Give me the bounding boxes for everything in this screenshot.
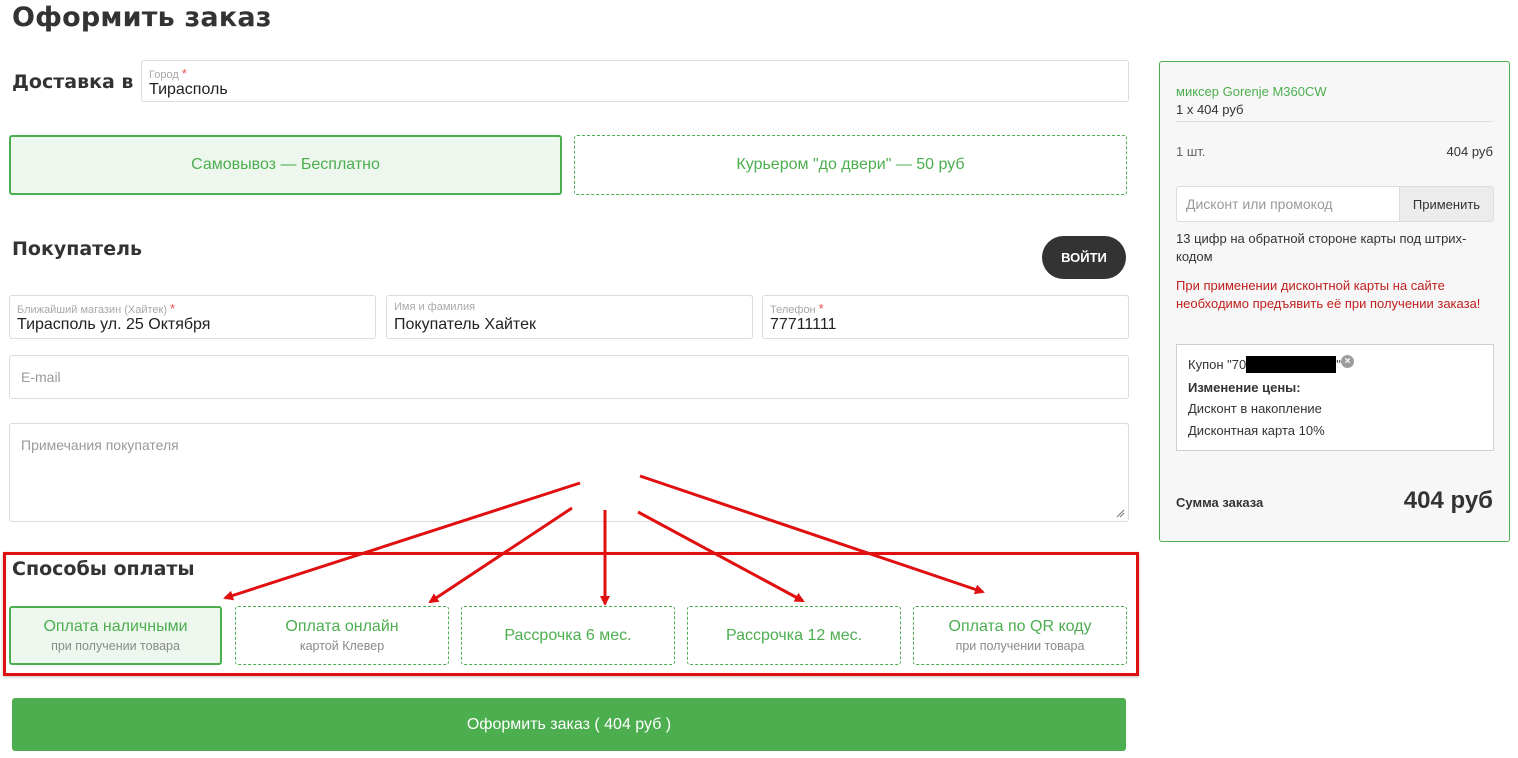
coupon-prefix: Купон "70 — [1188, 357, 1247, 372]
promo-hint: 13 цифр на обратной стороне карты под шт… — [1176, 231, 1467, 264]
page-title: Оформить заказ — [12, 2, 272, 33]
promo-placeholder: Дисконт или промокод — [1186, 196, 1333, 212]
apply-promo-button[interactable]: Применить — [1399, 186, 1494, 222]
delivery-option-label: Самовывоз — Бесплатно — [191, 156, 380, 173]
payment-option-title: Оплата по QR коду — [948, 618, 1092, 635]
coupon-line: Купон "70 " — [1188, 356, 1341, 374]
payment-option-subtitle: картой Клевер — [299, 639, 385, 653]
login-button[interactable]: ВОЙТИ — [1042, 236, 1126, 279]
annotation-arrow — [428, 506, 573, 604]
promo-code-input[interactable]: Дисконт или промокод — [1176, 186, 1400, 222]
name-field-value: Покупатель Хайтек — [394, 316, 536, 333]
payment-option-subtitle: при получении товара — [955, 639, 1085, 653]
delivery-label: Доставка в — [12, 71, 134, 93]
city-field-value: Тирасполь — [149, 81, 228, 98]
delivery-option-pickup[interactable]: Самовывоз — Бесплатно — [9, 135, 562, 195]
email-field[interactable]: E-mail — [9, 355, 1129, 399]
payment-option-cash[interactable]: Оплата наличными при получении товара — [9, 606, 222, 665]
coupon-discount-line: Дисконт в накопление — [1188, 401, 1322, 416]
remove-coupon-icon[interactable]: × — [1341, 355, 1354, 368]
delivery-option-courier[interactable]: Курьером "до двери" — 50 руб — [574, 135, 1127, 195]
city-field-label: Город — [149, 69, 179, 81]
payment-option-subtitle: при получении товара — [51, 639, 180, 653]
coupon-redaction — [1246, 356, 1337, 374]
submit-order-button[interactable]: Оформить заказ ( 404 руб ) — [12, 698, 1126, 751]
name-field[interactable]: Имя и фамилия Покупатель Хайтек — [386, 295, 753, 339]
coupon-discount-line: Дисконтная карта 10% — [1188, 423, 1325, 438]
store-field[interactable]: Ближайший магазин (Хайтек) * Тирасполь ул… — [9, 295, 376, 339]
payment-option-title: Оплата наличными — [43, 618, 188, 635]
item-qty-price: 1 x 404 руб — [1176, 102, 1244, 117]
phone-field[interactable]: Телефон * 77711111 — [762, 295, 1129, 339]
coupon-box: Купон "70 " × Изменение цены: Дисконт в н… — [1176, 344, 1494, 451]
email-placeholder: E-mail — [21, 369, 61, 385]
required-mark: * — [169, 301, 176, 316]
order-total-value: 404 руб — [1403, 487, 1493, 514]
phone-field-label: Телефон — [770, 304, 816, 316]
order-summary: миксер Gorenje M360CW 1 x 404 руб 1 шт. … — [1159, 61, 1510, 542]
name-field-label: Имя и фамилия — [394, 301, 476, 313]
item-name-link[interactable]: миксер Gorenje M360CW — [1176, 84, 1327, 99]
payment-option-title: Оплата онлайн — [285, 618, 399, 635]
store-field-label: Ближайший магазин (Хайтек) — [17, 304, 167, 316]
required-mark: * — [181, 66, 187, 81]
price-change-label: Изменение цены: — [1188, 380, 1301, 395]
divider — [1176, 121, 1493, 122]
payment-label: Способы оплаты — [12, 558, 195, 580]
delivery-option-label: Курьером "до двери" — 50 руб — [736, 156, 965, 173]
annotation-arrow — [637, 510, 805, 603]
city-field[interactable]: Город * Тирасполь — [141, 60, 1129, 102]
item-count-value: 404 руб — [1446, 144, 1493, 159]
payment-option-qr[interactable]: Оплата по QR коду при получении товара — [913, 606, 1127, 665]
payment-option-installment-6[interactable]: Рассрочка 6 мес. — [461, 606, 675, 665]
notes-field[interactable]: Примечания покупателя — [9, 423, 1129, 522]
resize-grip-icon[interactable] — [1116, 509, 1125, 518]
required-mark: * — [818, 301, 824, 316]
order-total-label: Сумма заказа — [1176, 495, 1264, 510]
item-count-label: 1 шт. — [1176, 144, 1206, 159]
store-field-value: Тирасполь ул. 25 Октября — [17, 316, 211, 333]
notes-placeholder: Примечания покупателя — [21, 437, 179, 453]
payment-option-title: Рассрочка 6 мес. — [504, 626, 632, 644]
payment-option-online[interactable]: Оплата онлайн картой Клевер — [235, 606, 449, 665]
payment-option-installment-12[interactable]: Рассрочка 12 мес. — [687, 606, 901, 665]
phone-field-value: 77711111 — [770, 316, 837, 333]
discount-warning: При применении дисконтной карты на сайте… — [1176, 278, 1481, 311]
buyer-label: Покупатель — [12, 238, 143, 260]
payment-option-title: Рассрочка 12 мес. — [725, 626, 863, 644]
